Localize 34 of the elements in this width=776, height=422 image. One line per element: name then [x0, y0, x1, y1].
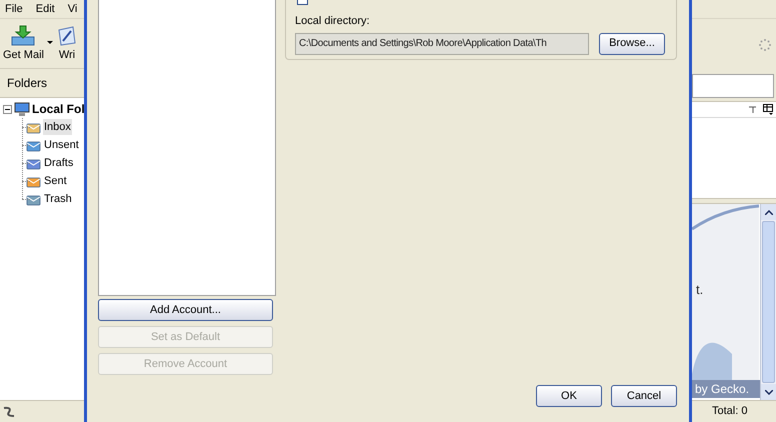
toolbar-button[interactable]: Get Mail [3, 25, 44, 64]
folder-item[interactable]: Sent [43, 172, 68, 190]
search-field[interactable] [692, 74, 774, 98]
computer-icon [14, 102, 30, 116]
menu-item[interactable]: Vi [68, 0, 78, 18]
scroll-up-icon[interactable] [761, 204, 776, 220]
inbox-tray-icon [10, 25, 36, 47]
dropdown-caret-icon[interactable] [46, 40, 53, 44]
browse-button[interactable]: Browse... [599, 32, 665, 54]
folder-item[interactable]: Trash [43, 190, 73, 208]
column-picker-icon[interactable] [763, 104, 774, 115]
menu-item[interactable]: Edit [36, 0, 55, 18]
directory-field[interactable]: C:\Documents and Settings\Rob Moore\Application Data\Th [295, 32, 589, 54]
folder-item[interactable]: Unsent [43, 136, 80, 154]
folder-item[interactable]: Inbox [43, 118, 72, 136]
scroll-down-icon[interactable] [761, 384, 776, 400]
folders-header: Folders [7, 75, 48, 92]
account-button[interactable]: Add Account... [98, 299, 273, 321]
ok-button[interactable]: OK [536, 385, 602, 407]
throbber-icon [758, 38, 772, 52]
squiggle-icon [2, 404, 16, 418]
scrollbar[interactable] [760, 204, 776, 400]
pen-paper-icon [56, 25, 77, 47]
folder-item[interactable]: Drafts [43, 154, 74, 172]
message-text: t. [695, 281, 704, 299]
menu-item[interactable]: File [5, 0, 23, 18]
banner-bar: by Gecko. [692, 380, 760, 398]
thread-column-icon[interactable] [749, 106, 757, 114]
cancel-button[interactable]: Cancel [611, 385, 677, 407]
status-total: Total: 0 [712, 404, 748, 420]
folder-item[interactable]: Local Fol [32, 100, 85, 118]
field-label: Local directory: [295, 14, 371, 29]
toolbar-button[interactable]: Wri [56, 25, 77, 64]
collapse-toggle-icon[interactable] [3, 104, 12, 114]
